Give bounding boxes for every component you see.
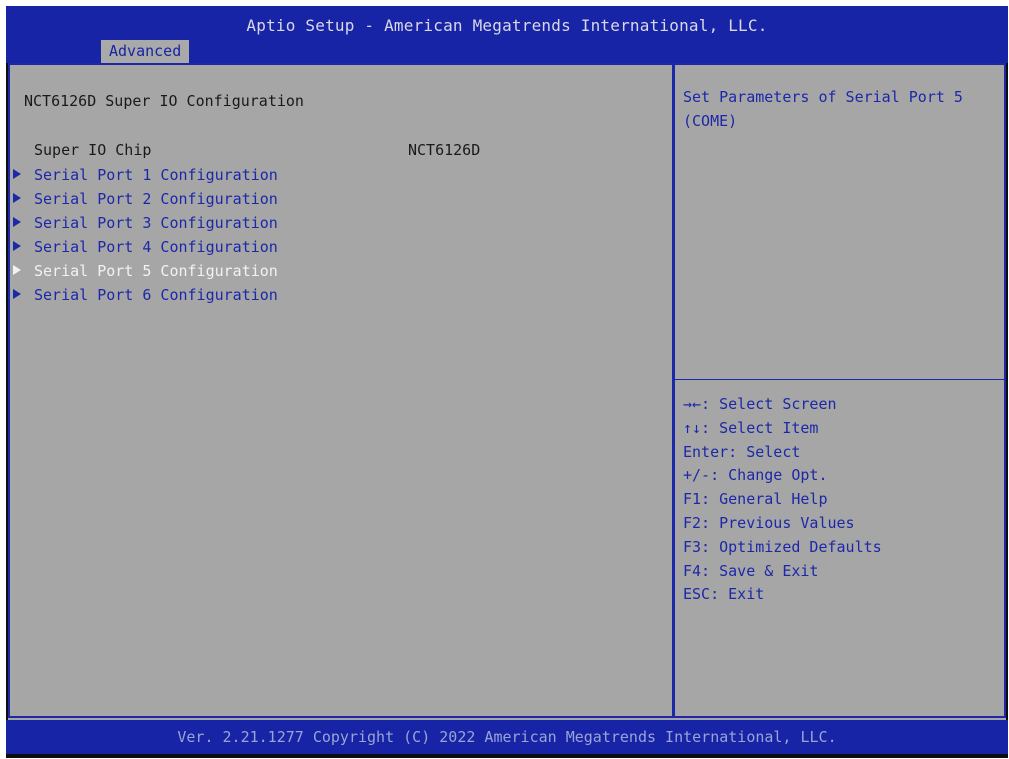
super-io-chip-value: NCT6126D bbox=[408, 141, 481, 159]
menu-item-serial-port-4[interactable]: Serial Port 4 Configuration bbox=[10, 236, 610, 258]
menu-item-label: Serial Port 2 Configuration bbox=[34, 190, 278, 208]
menu-item-serial-port-6[interactable]: Serial Port 6 Configuration bbox=[10, 284, 610, 306]
menu-item-label: Serial Port 6 Configuration bbox=[34, 286, 278, 304]
submenu-arrow-icon bbox=[13, 193, 21, 203]
menu-item-label: Serial Port 4 Configuration bbox=[34, 238, 278, 256]
submenu-arrow-icon bbox=[13, 169, 21, 179]
menu-item-label: Serial Port 3 Configuration bbox=[34, 214, 278, 232]
menu-item-serial-port-5[interactable]: Serial Port 5 Configuration bbox=[10, 260, 610, 282]
key-hint-esc: ESC: Exit bbox=[683, 585, 765, 604]
tab-advanced[interactable]: Advanced bbox=[101, 40, 190, 63]
submenu-arrow-icon bbox=[13, 217, 21, 227]
settings-pane: NCT6126D Super IO Configuration Super IO… bbox=[8, 63, 675, 718]
menu-item-serial-port-1[interactable]: Serial Port 1 Configuration bbox=[10, 164, 610, 186]
help-pane: Set Parameters of Serial Port 5 (COME) →… bbox=[672, 63, 1006, 718]
submenu-arrow-icon bbox=[13, 265, 21, 275]
key-hint-f3: F3: Optimized Defaults bbox=[683, 537, 882, 556]
key-hint-select-screen: →←: Select Screen bbox=[683, 395, 837, 413]
key-legend: →←: Select Screen ↑↓: Select Item Enter:… bbox=[683, 393, 999, 607]
page-title: NCT6126D Super IO Configuration bbox=[24, 92, 304, 110]
key-hint-select-item: ↑↓: Select Item bbox=[683, 418, 819, 437]
main-area: NCT6126D Super IO Configuration Super IO… bbox=[8, 63, 1006, 720]
key-hint-enter: Enter: Select bbox=[683, 442, 801, 461]
item-help-text: Set Parameters of Serial Port 5 (COME) bbox=[683, 88, 972, 130]
submenu-arrow-icon bbox=[13, 289, 21, 299]
key-hint-change-opt: +/-: Change Opt. bbox=[683, 466, 828, 485]
super-io-chip-label: Super IO Chip bbox=[34, 141, 152, 159]
menu-item-serial-port-3[interactable]: Serial Port 3 Configuration bbox=[10, 212, 610, 234]
key-hint-f1: F1: General Help bbox=[683, 490, 828, 509]
menu-item-label: Serial Port 5 Configuration bbox=[34, 262, 278, 280]
title-bar: Aptio Setup - American Megatrends Intern… bbox=[6, 6, 1008, 63]
footer-bar: Ver. 2.21.1277 Copyright (C) 2022 Americ… bbox=[6, 720, 1008, 754]
bios-screen: Aptio Setup - American Megatrends Intern… bbox=[6, 6, 1008, 758]
submenu-arrow-icon bbox=[13, 241, 21, 251]
key-hint-f2: F2: Previous Values bbox=[683, 513, 855, 532]
window-title: Aptio Setup - American Megatrends Intern… bbox=[246, 16, 768, 35]
version-copyright: Ver. 2.21.1277 Copyright (C) 2022 Americ… bbox=[177, 728, 837, 746]
menu-item-serial-port-2[interactable]: Serial Port 2 Configuration bbox=[10, 188, 610, 210]
key-hint-f4: F4: Save & Exit bbox=[683, 561, 819, 580]
help-divider bbox=[674, 379, 1004, 380]
menu-item-label: Serial Port 1 Configuration bbox=[34, 166, 278, 184]
